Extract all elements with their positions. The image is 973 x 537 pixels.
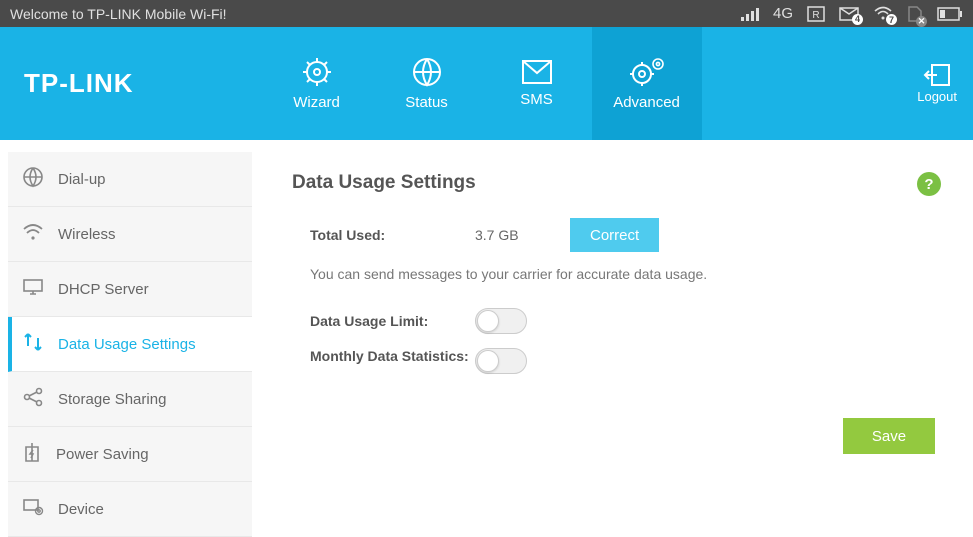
sidebar-item-label: Data Usage Settings	[58, 336, 196, 353]
battery-icon	[937, 7, 963, 21]
monthly-label: Monthly Data Statistics:	[310, 348, 475, 366]
limit-toggle[interactable]	[475, 308, 527, 334]
nav-wizard-label: Wizard	[293, 94, 340, 111]
monthly-toggle[interactable]	[475, 348, 527, 374]
nav-sms-label: SMS	[520, 91, 553, 108]
sidebar-item-label: DHCP Server	[58, 281, 149, 298]
total-used-value: 3.7 GB	[475, 227, 570, 243]
globe-icon	[22, 166, 44, 192]
nav-status-label: Status	[405, 94, 448, 111]
sidebar-item-wireless[interactable]: Wireless	[8, 207, 252, 262]
page-title: Data Usage Settings	[292, 172, 935, 194]
sidebar-item-label: Dial-up	[58, 171, 106, 188]
sidebar-item-label: Storage Sharing	[58, 391, 166, 408]
nav-sms[interactable]: SMS	[482, 27, 592, 140]
network-type: 4G	[773, 5, 793, 22]
sidebar-item-label: Device	[58, 501, 104, 518]
sidebar-item-dhcp[interactable]: DHCP Server	[8, 262, 252, 317]
wifi-icon	[22, 223, 44, 245]
svg-text:R: R	[812, 10, 819, 21]
status-bar: Welcome to TP-LINK Mobile Wi-Fi! 4G R 4 …	[0, 0, 973, 27]
nav-bar: TP-LINK Wizard Status SMS Advanced Logou…	[0, 27, 973, 140]
signal-icon	[741, 7, 759, 21]
hint-text: You can send messages to your carrier fo…	[310, 266, 935, 282]
sms-status-icon[interactable]: 4	[839, 7, 859, 21]
correct-button[interactable]: Correct	[570, 218, 659, 252]
limit-label: Data Usage Limit:	[310, 313, 475, 329]
monthly-row: Monthly Data Statistics:	[310, 348, 935, 374]
total-used-label: Total Used:	[310, 227, 475, 243]
nav-status[interactable]: Status	[372, 27, 482, 140]
sidebar: Dial-up Wireless DHCP Server Data Usage …	[8, 152, 252, 536]
sidebar-item-data-usage[interactable]: Data Usage Settings	[8, 317, 252, 372]
roaming-icon: R	[807, 6, 825, 22]
wifi-status-icon[interactable]: 7	[873, 6, 893, 21]
content: Data Usage Settings ? Total Used: 3.7 GB…	[262, 152, 965, 536]
sidebar-item-device[interactable]: Device	[8, 482, 252, 537]
help-button[interactable]: ?	[917, 172, 941, 196]
nav-advanced-label: Advanced	[613, 94, 680, 111]
save-button[interactable]: Save	[843, 418, 935, 454]
power-icon	[22, 441, 42, 467]
nav-wizard[interactable]: Wizard	[262, 27, 372, 140]
main: Dial-up Wireless DHCP Server Data Usage …	[0, 140, 973, 536]
sidebar-item-storage[interactable]: Storage Sharing	[8, 372, 252, 427]
limit-row: Data Usage Limit:	[310, 308, 935, 334]
sd-icon: ✕	[907, 5, 923, 23]
welcome-text: Welcome to TP-LINK Mobile Wi-Fi!	[10, 6, 741, 22]
logout-button[interactable]: Logout	[917, 63, 973, 104]
nav-advanced[interactable]: Advanced	[592, 27, 702, 140]
status-right: 4G R 4 7 ✕	[741, 5, 963, 23]
share-icon	[22, 387, 44, 411]
device-icon	[22, 497, 44, 521]
sms-count-badge: 4	[852, 14, 863, 25]
server-icon	[22, 278, 44, 300]
logout-label: Logout	[917, 89, 957, 104]
data-usage-icon	[22, 332, 44, 356]
wifi-count-badge: 7	[886, 14, 897, 25]
nav-items: Wizard Status SMS Advanced	[262, 27, 702, 140]
sidebar-item-label: Wireless	[58, 226, 116, 243]
sidebar-item-label: Power Saving	[56, 446, 149, 463]
sidebar-item-dialup[interactable]: Dial-up	[8, 152, 252, 207]
sidebar-item-power[interactable]: Power Saving	[8, 427, 252, 482]
total-used-row: Total Used: 3.7 GB Correct	[310, 218, 935, 252]
brand-logo: TP-LINK	[0, 68, 162, 99]
